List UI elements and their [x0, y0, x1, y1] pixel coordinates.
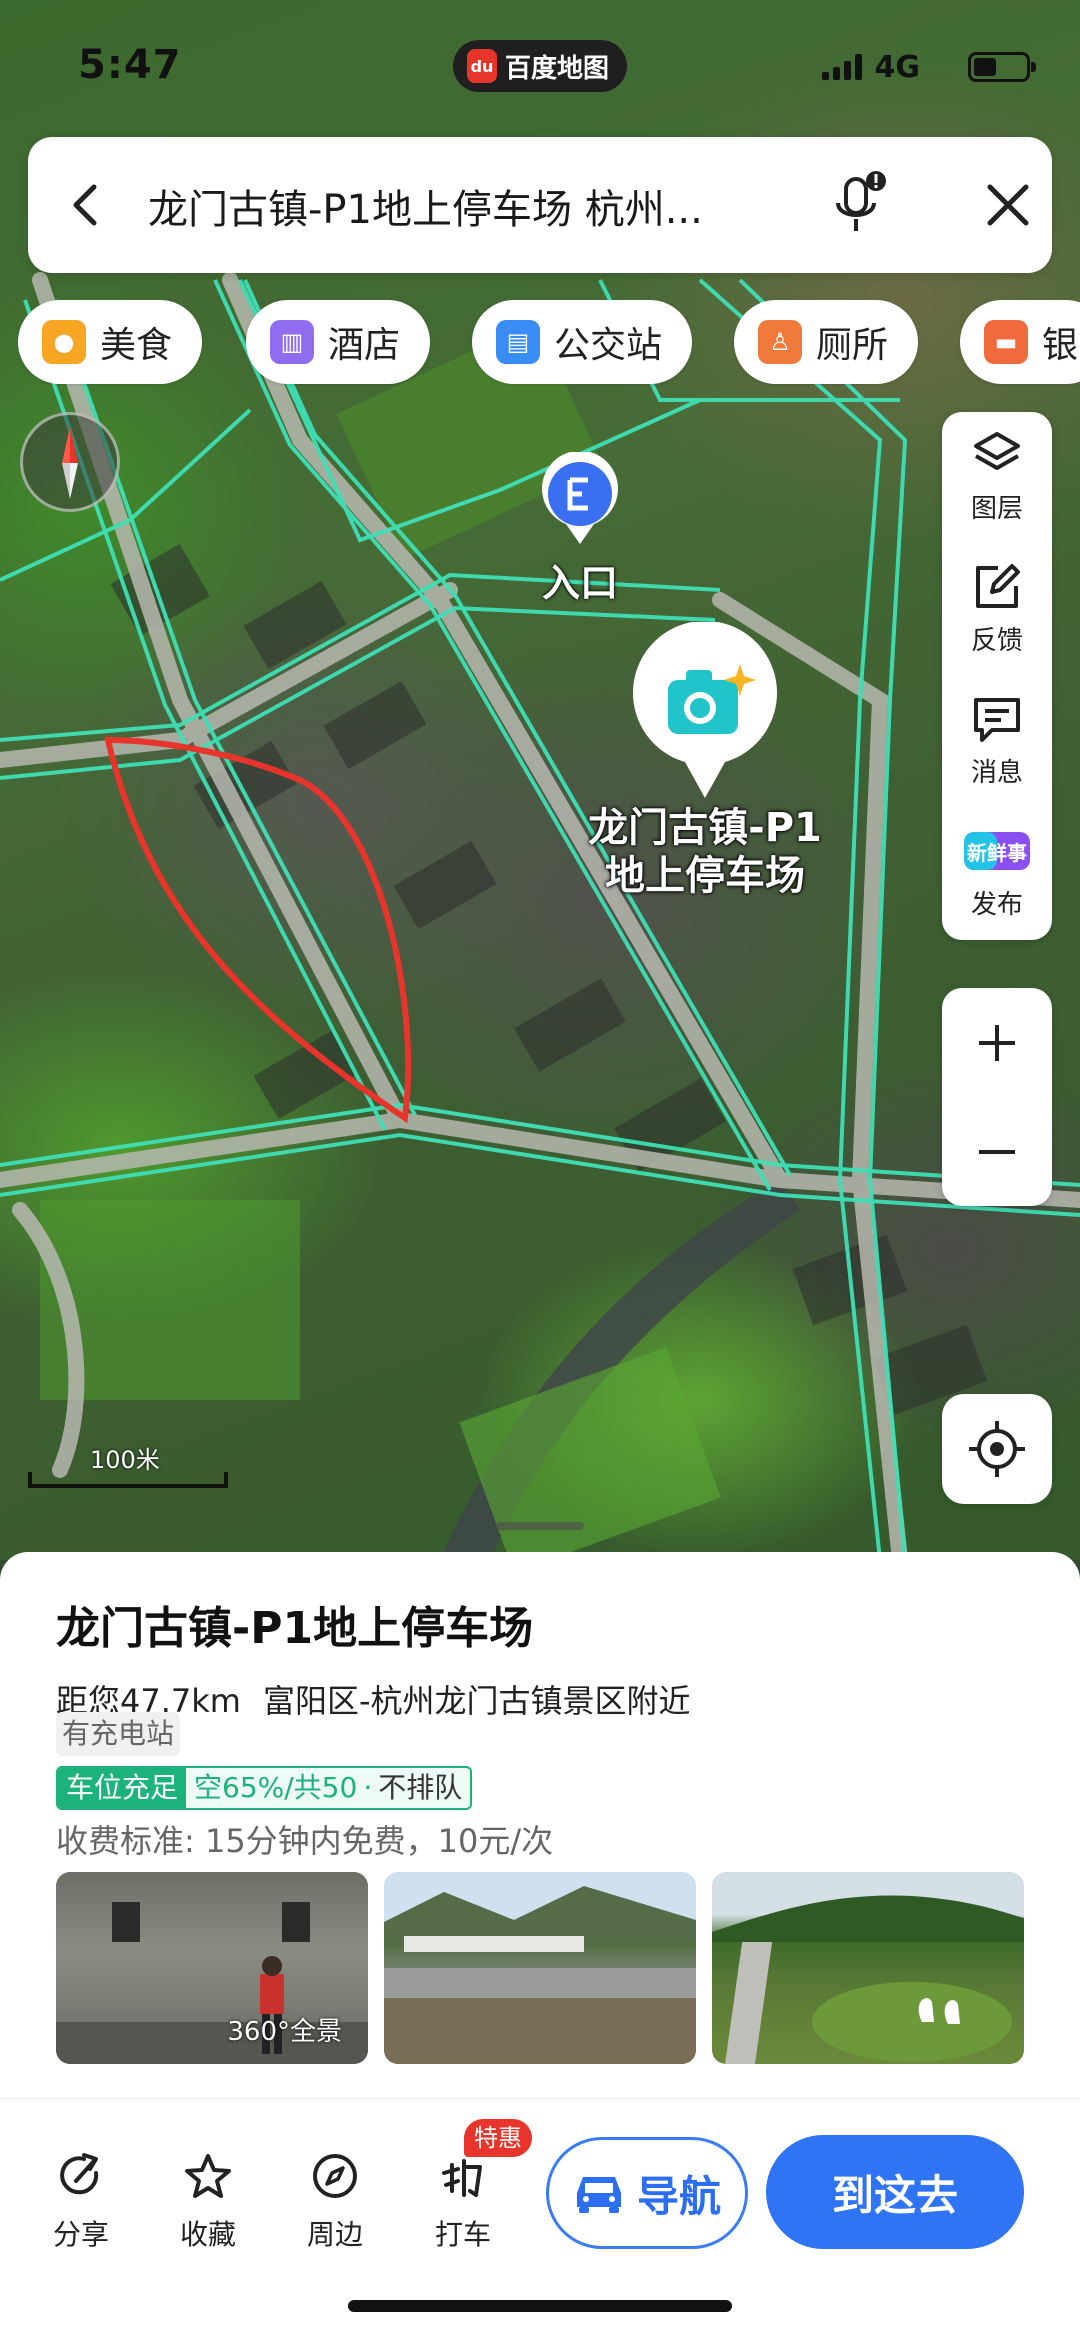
fee-standard: 收费标准: 15分钟内免费，10元/次: [56, 1822, 554, 1860]
close-icon[interactable]: [978, 175, 1038, 235]
tool-label: 发布: [970, 890, 1023, 920]
sheet-drag-handle[interactable]: [496, 1522, 584, 1530]
photo-pond[interactable]: [712, 1872, 1024, 2064]
toilet-icon: ♙: [758, 320, 802, 364]
action-label: 打车: [434, 2218, 491, 2251]
car-icon: [576, 2177, 621, 2213]
plus-icon: [979, 1024, 1015, 1061]
bus-stop-icon: ▤: [496, 320, 540, 364]
zoom-in-button[interactable]: [942, 988, 1052, 1097]
xinxianshi-text: 新鲜事: [967, 841, 1027, 865]
entrance-marker-icon[interactable]: [538, 452, 622, 548]
favorite-button[interactable]: 收藏: [163, 2151, 253, 2253]
star-icon: [185, 2154, 231, 2198]
photo-strip: 360°全景: [56, 1872, 1026, 2064]
home-indicator: [348, 2300, 732, 2312]
search-query-text[interactable]: 龙门古镇-P1地上停车场 杭州...: [148, 177, 828, 235]
parking-detail-wrap: 空65%/共50 · 不排队: [186, 1768, 471, 1808]
action-label: 周边: [306, 2218, 363, 2251]
tool-label: 图层: [970, 494, 1023, 524]
queue-status: 不排队: [378, 1771, 463, 1804]
nearby-button[interactable]: 周边: [290, 2151, 380, 2253]
scale-bar: [28, 1472, 228, 1488]
map-scale: 100米: [28, 1440, 228, 1490]
signal-icon: [822, 54, 862, 80]
place-camera-marker-icon[interactable]: [630, 622, 780, 802]
search-bar[interactable]: 龙门古镇-P1地上停车场 杭州...: [28, 137, 1052, 273]
taxi-button[interactable]: 打车: [418, 2151, 508, 2253]
status-time: 5:47: [78, 42, 182, 88]
message-icon: [974, 698, 1020, 742]
chip-label: 公交站: [554, 325, 663, 366]
chip-hotel[interactable]: ▥ 酒店: [246, 300, 431, 384]
tool-label: 消息: [970, 758, 1023, 788]
compass-icon: [313, 2154, 357, 2198]
status-bar: 5:47 du 百度地图 4G: [0, 40, 1080, 100]
tool-feedback[interactable]: 反馈: [942, 544, 1052, 674]
back-arrow-icon[interactable]: [60, 177, 116, 233]
chip-food[interactable]: ● 美食: [18, 300, 203, 384]
place-label-line2: 地上停车场: [605, 853, 805, 899]
xinxianshi-icon: 新鲜事: [964, 832, 1030, 870]
pond-photo: [712, 1895, 1024, 2064]
tool-message[interactable]: 消息: [942, 676, 1052, 806]
share-button[interactable]: 分享: [36, 2151, 126, 2253]
baidu-maps-logo-icon: du: [467, 49, 497, 83]
entrance-label: 入口: [541, 561, 618, 605]
microphone-icon[interactable]: [828, 169, 888, 239]
tool-layers[interactable]: 图层: [942, 412, 1052, 542]
chip-bank[interactable]: ▬ 银: [960, 300, 1080, 384]
layers-icon: [974, 432, 1020, 470]
taxi-icon: [442, 2159, 482, 2197]
chip-label: 厕所: [816, 325, 889, 366]
battery-icon: [968, 52, 1036, 82]
charging-station-tag: 有充电站: [56, 1712, 181, 1756]
food-icon: ●: [42, 320, 86, 364]
locate-icon: [969, 1421, 1025, 1477]
zoom-out-button[interactable]: [942, 1097, 1052, 1206]
action-label: 分享: [52, 2218, 109, 2251]
chip-toilet[interactable]: ♙ 厕所: [734, 300, 919, 384]
photo-parking-lot[interactable]: [384, 1872, 696, 2064]
parking-status: 车位充足: [58, 1768, 187, 1808]
locate-me-button[interactable]: [942, 1394, 1052, 1504]
place-address: 富阳区-杭州龙门古镇景区附近: [262, 1682, 691, 1720]
parking-lot-photo: [384, 1886, 696, 2064]
share-icon: [60, 2153, 99, 2195]
map-tools-panel: 图层 反馈 消息 新鲜事 发布: [942, 412, 1052, 940]
zoom-control: [942, 988, 1052, 1206]
tool-publish[interactable]: 新鲜事 发布: [942, 808, 1052, 938]
compass-needle-icon: [62, 427, 78, 499]
parking-detail: 空65%/共50: [194, 1771, 358, 1804]
go-here-button[interactable]: 到这去: [766, 2135, 1024, 2249]
chip-label: 银: [1042, 325, 1079, 366]
bank-icon: ▬: [984, 320, 1028, 364]
photo-360-street[interactable]: 360°全景: [56, 1872, 368, 2064]
minus-icon: [979, 1149, 1015, 1154]
satellite-map[interactable]: 5:47 du 百度地图 4G 龙门古镇-P1地上停车场 杭州... ● 美食 …: [0, 0, 1080, 1560]
chip-label: 美食: [100, 325, 173, 366]
place-title: 龙门古镇-P1地上停车场: [56, 1603, 534, 1654]
navigate-label: 导航: [636, 2171, 721, 2221]
compass-button[interactable]: [20, 412, 120, 512]
photo-360-label: 360°全景: [227, 2017, 342, 2047]
chip-label: 酒店: [328, 325, 401, 366]
network-type: 4G: [874, 50, 921, 85]
app-logo-badge[interactable]: du 百度地图: [453, 40, 628, 92]
place-label: 龙门古镇-P1 地上停车场: [540, 804, 870, 900]
navigate-button[interactable]: 导航: [546, 2137, 748, 2249]
action-label: 收藏: [179, 2218, 236, 2251]
app-logo-text: 百度地图: [505, 53, 610, 84]
taxi-promo-badge: 特惠: [464, 2119, 532, 2157]
tool-label: 反馈: [970, 626, 1023, 656]
go-here-label: 到这去: [831, 2170, 958, 2220]
feedback-icon: [976, 564, 1020, 608]
place-label-line1: 龙门古镇-P1: [588, 805, 822, 851]
category-chips: ● 美食 ▥ 酒店 ▤ 公交站 ♙ 厕所 ▬ 银: [18, 300, 1080, 386]
hotel-icon: ▥: [270, 320, 314, 364]
parking-status-badge: 车位充足 空65%/共50 · 不排队: [56, 1766, 473, 1810]
scale-text: 100米: [90, 1446, 160, 1474]
chip-bus-stop[interactable]: ▤ 公交站: [472, 300, 693, 384]
